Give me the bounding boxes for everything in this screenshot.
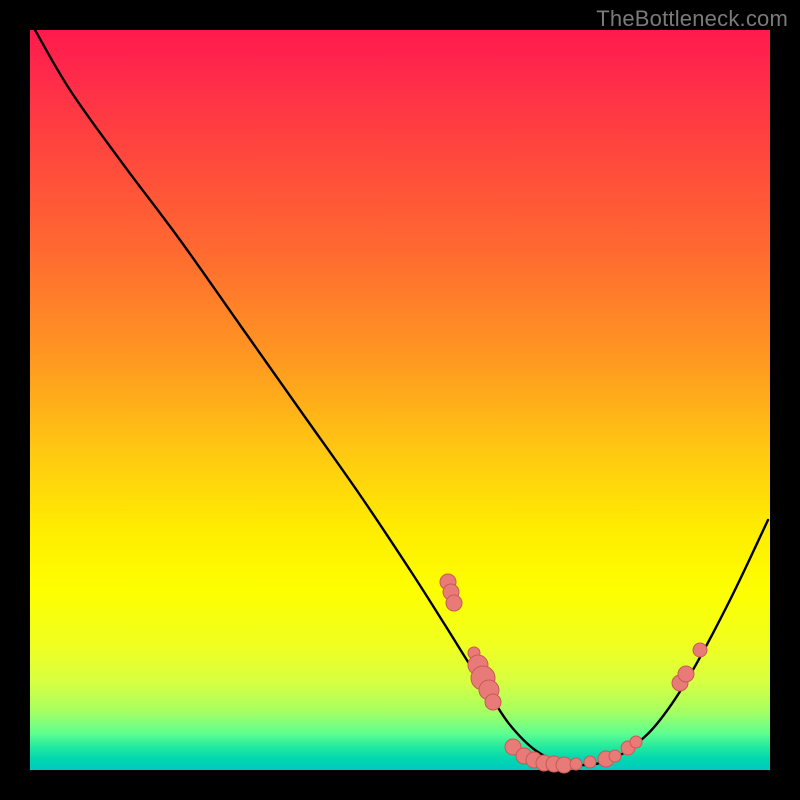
scatter-dot bbox=[609, 750, 621, 762]
scatter-dot bbox=[693, 643, 707, 657]
scatter-dot bbox=[678, 666, 694, 682]
scatter-dot bbox=[485, 694, 501, 710]
scatter-dot bbox=[630, 736, 642, 748]
scatter-dot bbox=[584, 756, 596, 768]
chart-svg bbox=[30, 30, 770, 770]
scatter-dot bbox=[570, 758, 582, 770]
scatter-group bbox=[440, 574, 707, 773]
scatter-dot bbox=[446, 595, 462, 611]
watermark-text: TheBottleneck.com bbox=[596, 6, 788, 32]
bottleneck-curve bbox=[35, 30, 768, 765]
